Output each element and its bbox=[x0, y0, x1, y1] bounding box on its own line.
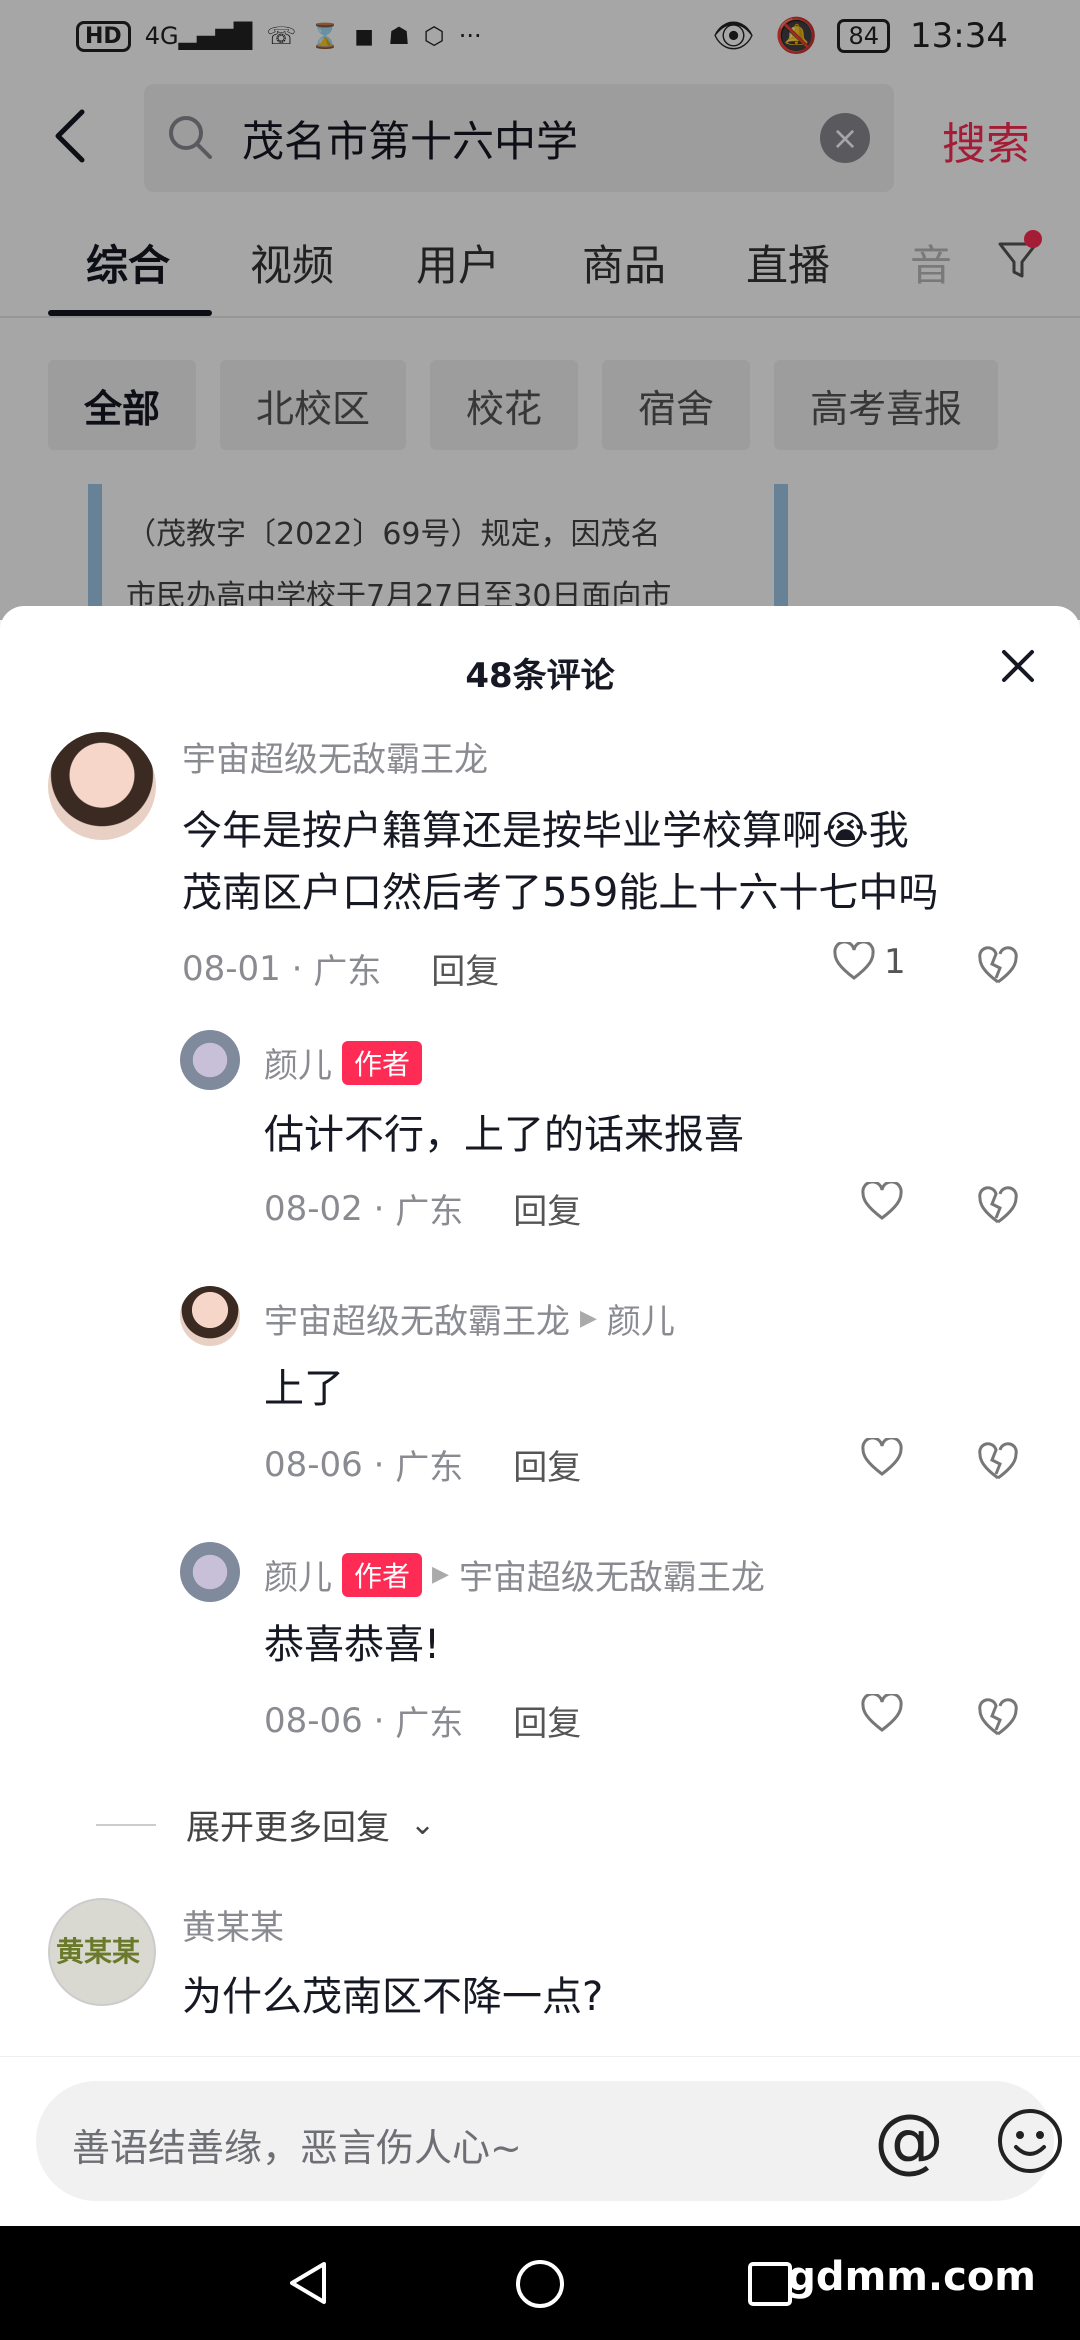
comment-count-title: 48条评论 bbox=[465, 656, 615, 696]
expand-replies-button[interactable]: 展开更多回复 ⌄ bbox=[96, 1800, 436, 1849]
dislike-icon[interactable] bbox=[978, 1698, 1018, 1738]
reply-button[interactable]: 回复 bbox=[431, 944, 499, 993]
emoji-icon[interactable] bbox=[996, 2107, 1064, 2175]
comment-text: 为什么茂南区不降一点? bbox=[182, 1974, 604, 2020]
nav-back-icon[interactable] bbox=[282, 2258, 332, 2308]
heart-icon[interactable] bbox=[860, 1694, 904, 1734]
reply-meta: 08-06 · 广东 回复 bbox=[264, 1696, 581, 1745]
dim-overlay[interactable] bbox=[0, 0, 1080, 620]
comment-text: 今年是按户籍算还是按毕业学校算啊😭我 茂南区户口然后考了559能上十六十七中吗 bbox=[182, 808, 939, 916]
reply-button[interactable]: 回复 bbox=[513, 1440, 581, 1489]
dislike-icon[interactable] bbox=[978, 946, 1018, 986]
comment-username[interactable]: 宇宙超级无敌霸王龙 bbox=[182, 732, 488, 781]
comment-input-bar: 善语结善缘，恶言伤人心~ @ bbox=[0, 2056, 1080, 2226]
reply-username[interactable]: 宇宙超级无敌霸王龙 ▶ 颜儿 bbox=[264, 1294, 675, 1343]
comment-input[interactable]: 善语结善缘，恶言伤人心~ @ bbox=[36, 2081, 1062, 2201]
heart-icon bbox=[833, 942, 875, 980]
heart-icon[interactable] bbox=[860, 1438, 904, 1478]
author-badge: 作者 bbox=[342, 1040, 423, 1085]
reply-username[interactable]: 颜儿 作者 ▶ 宇宙超级无敌霸王龙 bbox=[264, 1550, 765, 1599]
expand-divider bbox=[96, 1823, 156, 1826]
comment-sheet: 48条评论 宇宙超级无敌霸王龙 今年是按户籍算还是按毕业学校算啊😭我 茂南区户口… bbox=[0, 606, 1080, 2226]
reply-to-user[interactable]: 宇宙超级无敌霸王龙 bbox=[459, 1550, 765, 1599]
mention-icon[interactable]: @ bbox=[874, 2099, 944, 2181]
reply-to-arrow-icon: ▶ bbox=[432, 1562, 449, 1587]
avatar[interactable] bbox=[180, 1286, 240, 1346]
avatar[interactable] bbox=[48, 732, 156, 840]
reply-text: 恭喜恭喜! bbox=[264, 1622, 441, 1668]
avatar-text: 黄某某 bbox=[56, 1935, 141, 1968]
like-count: 1 bbox=[884, 942, 906, 982]
system-nav-bar: gdmm.com bbox=[0, 2226, 1080, 2340]
comment-username[interactable]: 黄某某 bbox=[182, 1900, 284, 1949]
comment-meta: 08-01 · 广东 回复 bbox=[182, 944, 499, 993]
like-button[interactable]: 1 bbox=[832, 942, 906, 982]
reply-username[interactable]: 颜儿 作者 bbox=[264, 1038, 423, 1087]
reply-to-user[interactable]: 颜儿 bbox=[607, 1294, 675, 1343]
avatar[interactable] bbox=[180, 1030, 240, 1090]
avatar[interactable] bbox=[180, 1542, 240, 1602]
reply-text: 上了 bbox=[264, 1366, 344, 1412]
avatar[interactable]: 黄某某 bbox=[48, 1898, 156, 2006]
reply-meta: 08-06 · 广东 回复 bbox=[264, 1440, 581, 1489]
heart-icon[interactable] bbox=[860, 1182, 904, 1222]
dislike-icon[interactable] bbox=[978, 1442, 1018, 1482]
reply-meta: 08-02 · 广东 回复 bbox=[264, 1184, 581, 1233]
comment-placeholder: 善语结善缘，恶言伤人心~ bbox=[72, 2126, 522, 2170]
watermark: gdmm.com bbox=[787, 2254, 1036, 2300]
chevron-down-icon: ⌄ bbox=[410, 1807, 436, 1842]
author-badge: 作者 bbox=[342, 1552, 423, 1597]
close-icon[interactable] bbox=[998, 646, 1038, 686]
expand-label: 展开更多回复 bbox=[186, 1808, 390, 1848]
reply-text: 估计不行，上了的话来报喜 bbox=[264, 1112, 744, 1158]
reply-button[interactable]: 回复 bbox=[513, 1184, 581, 1233]
nav-home-icon[interactable] bbox=[514, 2258, 566, 2310]
reply-to-arrow-icon: ▶ bbox=[580, 1306, 597, 1331]
reply-button[interactable]: 回复 bbox=[513, 1696, 581, 1745]
dislike-icon[interactable] bbox=[978, 1186, 1018, 1226]
